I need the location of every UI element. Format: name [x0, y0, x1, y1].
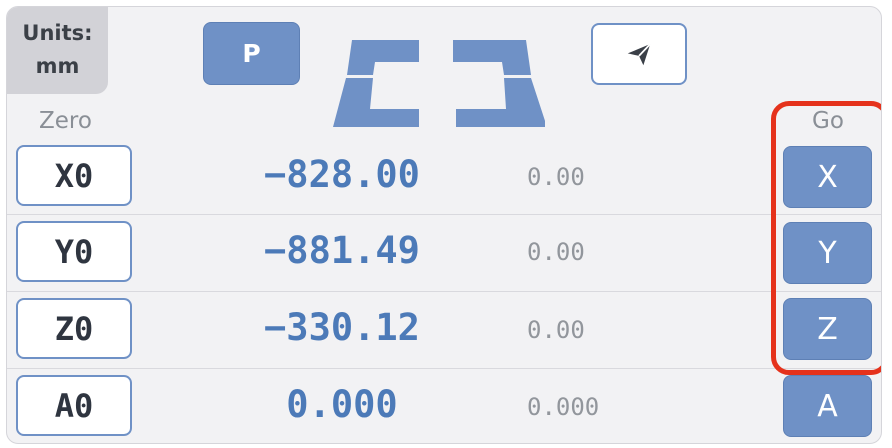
y-machine-position: 0.00: [527, 238, 585, 266]
paper-plane-icon: [627, 43, 651, 66]
send-button[interactable]: [591, 23, 687, 85]
units-value: mm: [35, 54, 80, 78]
z-position: −330.12: [264, 306, 420, 349]
zero-a-button[interactable]: A0: [16, 375, 132, 436]
a-position: 0.000: [286, 383, 398, 426]
dro-panel: Units: mm P Zero Go X0 −828.00 0.00 X Y0…: [6, 6, 882, 444]
x-position: −828.00: [264, 153, 420, 196]
x-machine-position: 0.00: [527, 163, 585, 191]
row-divider: [7, 368, 881, 369]
zero-y-button[interactable]: Y0: [16, 221, 132, 282]
go-a-button[interactable]: A: [783, 375, 872, 437]
z-machine-position: 0.00: [527, 316, 585, 344]
units-label: Units:: [22, 21, 93, 45]
row-divider: [7, 291, 881, 292]
a-machine-position: 0.000: [527, 393, 600, 421]
units-badge[interactable]: Units: mm: [7, 7, 108, 94]
bracket-logo-icon: [333, 40, 545, 127]
zero-header: Zero: [39, 108, 92, 134]
p-button[interactable]: P: [203, 22, 300, 85]
zero-z-button[interactable]: Z0: [16, 298, 132, 359]
y-position: −881.49: [264, 229, 420, 272]
row-divider: [7, 214, 881, 215]
go-buttons-highlight: [771, 101, 881, 375]
zero-x-button[interactable]: X0: [16, 145, 132, 206]
